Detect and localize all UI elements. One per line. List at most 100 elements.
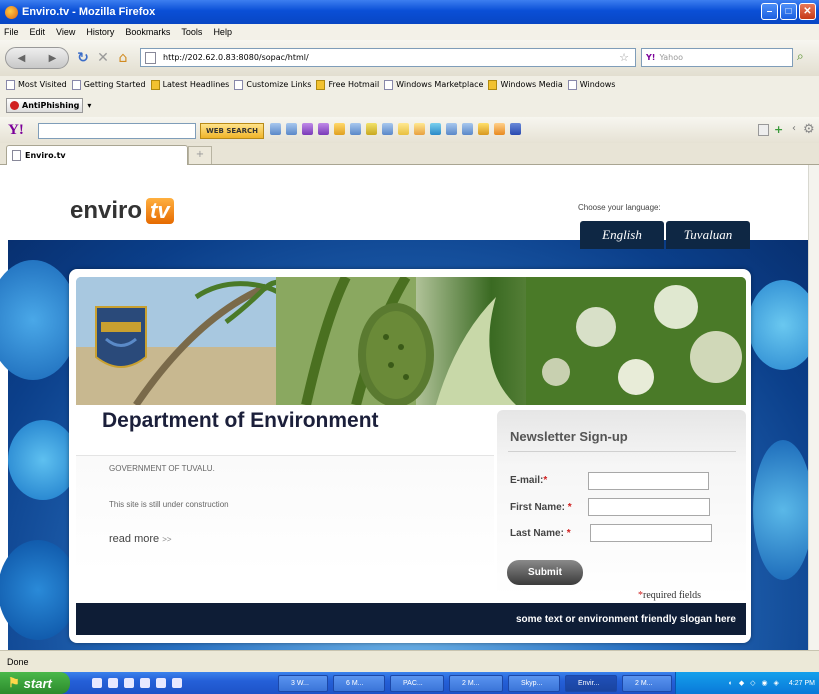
quicklaunch-chrome-icon[interactable] (140, 678, 150, 688)
bookmark-customize-links[interactable]: Customize Links (234, 79, 311, 90)
language-label: Choose your language: (578, 203, 661, 212)
construction-text: This site is still under construction (109, 500, 229, 509)
yahoo-icon[interactable] (318, 123, 329, 135)
notes-icon[interactable] (398, 123, 409, 135)
bookmark-star-icon[interactable] (414, 123, 425, 135)
bookmark-windows-media[interactable]: Windows Media (488, 79, 563, 90)
news-icon[interactable] (446, 123, 457, 135)
yahoo-logo-icon[interactable]: Y! (8, 122, 24, 139)
start-button[interactable]: ⚑ start (0, 672, 70, 694)
task-messenger[interactable]: 2 M... (449, 675, 503, 692)
quicklaunch-media-icon[interactable] (124, 678, 134, 688)
home-icon[interactable]: ⌂ (113, 48, 133, 68)
status-text: Done (7, 656, 29, 667)
page-icon (567, 79, 577, 90)
menu-view[interactable]: View (56, 27, 75, 37)
page-title: Department of Environment (102, 409, 379, 432)
weather-icon[interactable] (462, 123, 473, 135)
menu-bar: File Edit View History Bookmarks Tools H… (0, 24, 819, 40)
task-skype[interactable]: Skyp... (508, 675, 560, 692)
task-firefox-enviro[interactable]: Envir... (565, 675, 617, 692)
bookmark-getting-started[interactable]: Getting Started (71, 79, 146, 90)
bookmark-star-icon[interactable]: ☆ (619, 51, 629, 64)
back-icon[interactable]: ◀ (18, 53, 26, 64)
last-name-field[interactable] (590, 524, 712, 542)
finance-icon[interactable] (430, 123, 441, 135)
gear-icon[interactable]: ⚙ (803, 122, 815, 137)
system-tray: ◐ ◆ ◇ ◉ ◈ 4:27 PM (675, 672, 819, 694)
new-tab-button[interactable]: + (188, 146, 212, 164)
bookmark-latest-headlines[interactable]: Latest Headlines (150, 79, 229, 90)
url-text: http://202.62.0.83:8080/sopac/html/ (163, 53, 309, 62)
menu-edit[interactable]: Edit (30, 27, 46, 37)
email-field[interactable] (588, 472, 709, 490)
back-forward-buttons[interactable]: ◀ ▶ (5, 47, 69, 69)
flickr-icon[interactable] (494, 123, 505, 135)
menu-file[interactable]: File (4, 27, 19, 37)
vertical-scrollbar[interactable] (808, 165, 819, 650)
envelope-icon[interactable] (350, 123, 361, 135)
maximize-icon[interactable]: □ (780, 3, 797, 20)
add-icon[interactable]: + (774, 123, 783, 136)
forward-icon[interactable]: ▶ (49, 53, 57, 64)
shopping-icon[interactable] (382, 123, 393, 135)
status-bar: Done (0, 650, 819, 672)
language-tuvaluan-tab[interactable]: Tuvaluan (666, 221, 750, 249)
window-title: Enviro.tv - Mozilla Firefox (22, 6, 156, 18)
facebook-icon[interactable] (510, 123, 521, 135)
footer-slogan: some text or environment friendly slogan… (515, 613, 736, 625)
messenger-icon[interactable] (334, 123, 345, 135)
bookmark-windows[interactable]: Windows (567, 79, 615, 90)
quicklaunch-ie-icon[interactable] (108, 678, 118, 688)
antiphishing-dropdown-icon[interactable]: ▾ (87, 101, 91, 110)
task-powerpoint[interactable]: 2 M... (622, 675, 672, 692)
answers-icon[interactable] (478, 123, 489, 135)
antiphishing-button[interactable]: AntiPhishing (6, 97, 84, 113)
quicklaunch-firefox-icon[interactable] (156, 678, 166, 688)
url-bar[interactable]: http://202.62.0.83:8080/sopac/html/ ☆ (140, 48, 636, 67)
games-icon[interactable] (366, 123, 377, 135)
antiphishing-toolbar: AntiPhishing ▾ (0, 93, 819, 117)
page-icon (12, 150, 21, 161)
tray-icons[interactable]: ◐ ◆ ◇ ◉ ◈ (729, 679, 781, 687)
first-name-field[interactable] (588, 498, 710, 516)
rss-icon (150, 79, 160, 90)
web-search-button[interactable]: WEB SEARCH (200, 123, 264, 139)
reload-icon[interactable]: ↻ (73, 48, 93, 68)
stop-icon[interactable]: ✕ (93, 48, 113, 68)
page-icon (71, 79, 81, 90)
notepad-icon[interactable] (286, 123, 297, 135)
mail-icon[interactable] (270, 123, 281, 135)
footer-slogan-bar: some text or environment friendly slogan… (76, 603, 746, 635)
bookmark-windows-marketplace[interactable]: Windows Marketplace (384, 79, 483, 90)
quicklaunch-desktop-icon[interactable] (92, 678, 102, 688)
my-yahoo-icon[interactable] (302, 123, 313, 135)
menu-tools[interactable]: Tools (181, 27, 202, 37)
toolbar-options-icon[interactable] (758, 124, 769, 136)
search-input[interactable]: Y! Yahoo (641, 48, 793, 67)
search-placeholder: Yahoo (659, 53, 683, 62)
read-more-link[interactable]: read more >> (109, 533, 172, 545)
bookmark-most-visited[interactable]: Most Visited (6, 79, 67, 90)
tab-enviro[interactable]: Enviro.tv (6, 145, 188, 165)
task-windows-explorer[interactable]: 3 W... (278, 675, 328, 692)
menu-history[interactable]: History (86, 27, 114, 37)
language-english-tab[interactable]: English (580, 221, 664, 249)
bookmark-free-hotmail[interactable]: Free Hotmail (316, 79, 379, 90)
yahoo-search-input[interactable] (38, 123, 196, 139)
close-icon[interactable]: ✕ (799, 3, 816, 20)
yahoo-search-icon: Y! (646, 53, 656, 62)
chevron-left-icon[interactable]: ‹ (792, 123, 796, 134)
nature-banner-image (76, 277, 746, 405)
task-pac[interactable]: PAC... (390, 675, 444, 692)
page-icon (384, 79, 394, 90)
minimize-icon[interactable]: – (761, 3, 778, 20)
enviro-tv-logo[interactable]: enviro tv (70, 197, 174, 225)
magnifier-icon[interactable]: ⌕ (797, 49, 804, 64)
task-outlook[interactable]: 6 M... (333, 675, 385, 692)
submit-button[interactable]: Submit (507, 560, 583, 585)
menu-bookmarks[interactable]: Bookmarks (125, 27, 170, 37)
menu-help[interactable]: Help (213, 27, 232, 37)
bookmark-icon (6, 79, 15, 90)
quicklaunch-app-icon[interactable] (172, 678, 182, 688)
